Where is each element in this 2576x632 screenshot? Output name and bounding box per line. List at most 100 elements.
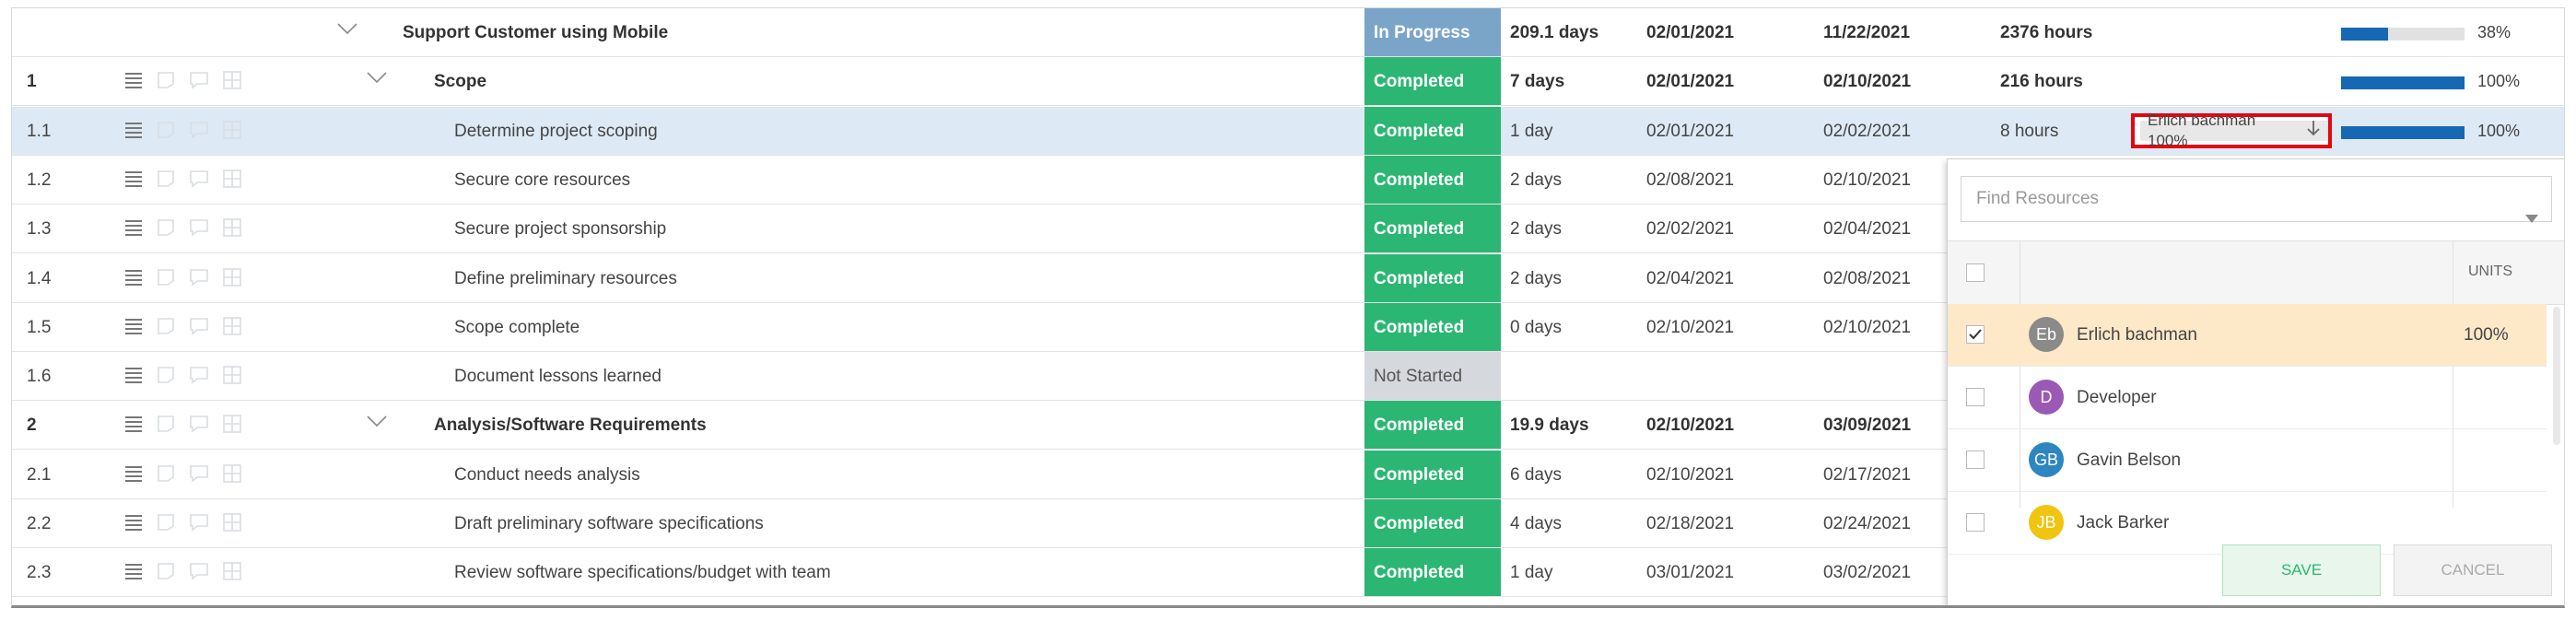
resource-checkbox[interactable] [1966, 388, 1985, 406]
note-icon[interactable] [156, 120, 176, 140]
resource-row[interactable]: D Developer [1948, 367, 2547, 429]
avatar: Eb [2029, 317, 2064, 352]
menu-lines-icon[interactable] [124, 268, 143, 287]
cancel-button[interactable]: CANCEL [2394, 544, 2552, 596]
comment-icon[interactable] [189, 169, 209, 189]
task-name[interactable]: Secure project sponsorship [454, 205, 666, 253]
menu-lines-icon[interactable] [124, 415, 143, 433]
task-name[interactable]: Conduct needs analysis [454, 451, 640, 499]
resource-name: Erlich bachman [2077, 325, 2197, 345]
menu-lines-icon[interactable] [124, 317, 143, 335]
task-name[interactable]: Draft preliminary software specification… [454, 499, 764, 548]
comment-icon[interactable] [189, 512, 209, 533]
chevron-down-icon[interactable] [336, 21, 358, 43]
note-icon[interactable] [156, 512, 176, 533]
row-number: 1.6 [27, 367, 52, 386]
task-name[interactable]: Define preliminary resources [454, 254, 677, 303]
menu-lines-icon[interactable] [124, 121, 143, 139]
note-icon[interactable] [156, 217, 176, 238]
duration-cell: 1 day [1510, 563, 1553, 582]
row-number: 2.2 [27, 514, 52, 533]
comment-icon[interactable] [189, 561, 209, 581]
attachment-icon[interactable] [222, 512, 242, 533]
avatar: D [2029, 380, 2064, 415]
start-date-cell: 02/01/2021 [1646, 23, 1735, 42]
comment-icon[interactable] [189, 414, 209, 434]
note-icon[interactable] [156, 463, 176, 484]
menu-lines-icon[interactable] [124, 170, 143, 188]
menu-lines-icon[interactable] [124, 218, 143, 237]
row-action-icons [124, 364, 242, 386]
attachment-icon[interactable] [222, 463, 242, 484]
scrollbar[interactable] [2551, 307, 2562, 454]
start-date-cell: 02/01/2021 [1646, 72, 1735, 91]
duration-cell: 2 days [1510, 170, 1562, 190]
resource-chip[interactable]: Erlich bachman 100% [2140, 111, 2328, 149]
caret-down-icon[interactable] [2525, 196, 2538, 240]
search-input[interactable]: Find Resources [1961, 176, 2552, 223]
select-all-checkbox[interactable] [1966, 263, 1985, 282]
menu-lines-icon[interactable] [124, 562, 143, 580]
attachment-icon[interactable] [222, 365, 242, 385]
resource-checkbox[interactable] [1966, 325, 1985, 344]
resource-chip-label: Erlich bachman 100% [2148, 111, 2256, 149]
duration-cell: 19.9 days [1510, 415, 1589, 435]
row-number: 1.5 [27, 318, 52, 337]
resource-row[interactable]: GB Gavin Belson [1948, 429, 2547, 492]
row-action-icons [124, 560, 242, 582]
arrow-down-icon[interactable] [2306, 120, 2321, 142]
start-date-cell: 02/10/2021 [1646, 465, 1735, 485]
scrollbar-thumb[interactable] [2553, 307, 2560, 445]
start-date-cell: 02/08/2021 [1646, 170, 1735, 190]
attachment-icon[interactable] [222, 120, 242, 140]
comment-icon[interactable] [189, 267, 209, 287]
comment-icon[interactable] [189, 70, 209, 90]
task-name[interactable]: Determine project scoping [454, 107, 658, 156]
comment-icon[interactable] [189, 217, 209, 238]
table-row[interactable]: 1 Scope Completed 7 days 02/01/2021 02/10/202… [12, 57, 2564, 106]
resource-checkbox[interactable] [1966, 513, 1985, 532]
finish-date-cell: 02/10/2021 [1823, 170, 1912, 190]
task-name[interactable]: Scope complete [454, 303, 580, 352]
assigned-resource-field[interactable]: Erlich bachman 100% [2131, 111, 2332, 149]
note-icon[interactable] [156, 169, 176, 189]
table-row[interactable]: Support Customer using Mobile In Progress… [12, 8, 2564, 57]
menu-lines-icon[interactable] [124, 464, 143, 483]
attachment-icon[interactable] [222, 169, 242, 189]
attachment-icon[interactable] [222, 217, 242, 238]
resource-row[interactable]: Eb Erlich bachman 100% [1948, 304, 2547, 367]
table-row[interactable]: 1.1 Determine project scoping Completed 1 d… [12, 107, 2564, 156]
task-name[interactable]: Secure core resources [454, 156, 630, 205]
task-name[interactable]: Scope [434, 57, 486, 106]
note-icon[interactable] [156, 70, 176, 90]
attachment-icon[interactable] [222, 561, 242, 581]
comment-icon[interactable] [189, 463, 209, 484]
menu-lines-icon[interactable] [124, 366, 143, 384]
row-number: 2.3 [27, 563, 52, 582]
row-number: 1.1 [27, 122, 52, 141]
comment-icon[interactable] [189, 316, 209, 336]
note-icon[interactable] [156, 365, 176, 385]
task-name[interactable]: Support Customer using Mobile [403, 8, 668, 57]
attachment-icon[interactable] [222, 267, 242, 287]
finish-date-cell: 02/10/2021 [1823, 318, 1912, 337]
note-icon[interactable] [156, 316, 176, 336]
task-name[interactable]: Analysis/Software Requirements [434, 401, 707, 450]
chevron-down-icon[interactable] [366, 414, 388, 436]
comment-icon[interactable] [189, 365, 209, 385]
task-name[interactable]: Review software specifications/budget wi… [454, 548, 831, 597]
comment-icon[interactable] [189, 120, 209, 140]
note-icon[interactable] [156, 267, 176, 287]
save-button[interactable]: SAVE [2222, 544, 2381, 596]
chevron-down-icon[interactable] [366, 70, 388, 92]
menu-lines-icon[interactable] [124, 71, 143, 89]
attachment-icon[interactable] [222, 70, 242, 90]
menu-lines-icon[interactable] [124, 513, 143, 532]
note-icon[interactable] [156, 561, 176, 581]
task-name[interactable]: Document lessons learned [454, 352, 662, 401]
resource-checkbox[interactable] [1966, 451, 1985, 469]
note-icon[interactable] [156, 414, 176, 434]
attachment-icon[interactable] [222, 316, 242, 336]
resource-name: Developer [2077, 388, 2157, 407]
attachment-icon[interactable] [222, 414, 242, 434]
